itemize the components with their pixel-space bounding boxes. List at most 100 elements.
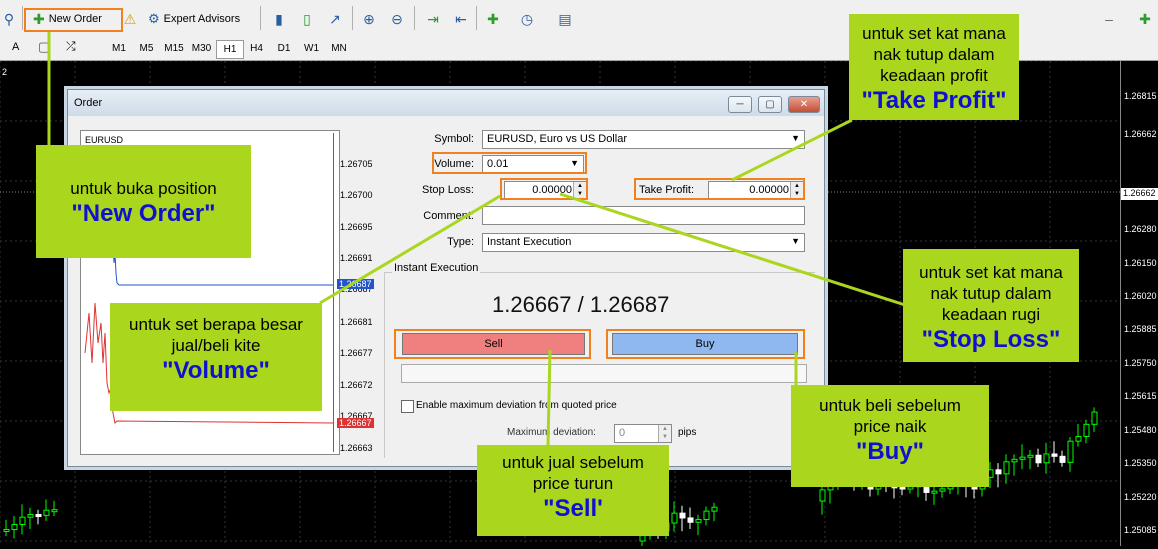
max-deviation-checkbox[interactable] <box>401 400 414 413</box>
candle-body <box>899 486 906 490</box>
candle-body <box>995 469 1002 475</box>
candle-body <box>711 506 718 512</box>
candle-body <box>11 523 18 530</box>
line-chart-icon[interactable]: ↗ <box>326 10 344 28</box>
price-axis-label: 1.25750 <box>1124 358 1157 368</box>
timeframe-m1[interactable]: M1 <box>106 40 132 57</box>
candle-body <box>1067 440 1074 463</box>
toolbar-separator <box>414 6 415 30</box>
timeframe-m5[interactable]: M5 <box>134 40 160 57</box>
buy-highlight <box>606 329 805 359</box>
minimize-button[interactable]: ─ <box>728 96 752 113</box>
stop-loss-label: Stop Loss: <box>422 184 474 196</box>
candle-body <box>43 509 50 516</box>
periods-icon[interactable]: ◷ <box>518 10 536 28</box>
timeframe-h1[interactable]: H1 <box>216 40 244 59</box>
price-axis-label: 1.26662 <box>1124 129 1157 139</box>
candle-body <box>1075 435 1082 442</box>
timeframe-d1[interactable]: D1 <box>271 40 297 57</box>
mini-bid-tag: 1.26667 <box>337 418 374 428</box>
close-button[interactable]: ✕ <box>788 96 820 113</box>
quote-display: 1.26667 / 1.26687 <box>492 292 669 318</box>
comment-label: Comment: <box>423 210 474 222</box>
candle-body <box>639 535 646 542</box>
callout-volume: untuk set berapa besar jual/beli kite "V… <box>110 303 322 411</box>
zoom-in-icon[interactable]: ⊕ <box>360 10 378 28</box>
toolbar-separator <box>22 6 23 30</box>
timeframe-w1[interactable]: W1 <box>299 40 325 57</box>
text-tool[interactable]: A <box>12 41 19 53</box>
zoom-icon[interactable]: ⚲ <box>0 10 18 28</box>
symbol-value: EURUSD, Euro vs US Dollar <box>487 133 627 145</box>
candle-body <box>679 512 686 519</box>
dialog-title-bar[interactable]: Order ─ ▢ ✕ <box>68 90 824 116</box>
timeframe-m30[interactable]: M30 <box>189 40 215 57</box>
candle-body <box>19 516 26 525</box>
arrows-icon[interactable]: ⤮ <box>66 39 76 54</box>
callout-volume-text: untuk set berapa besar jual/beli kite <box>129 315 303 355</box>
bar-chart-icon[interactable]: ▮ <box>270 10 288 28</box>
minimize-icon[interactable]: – <box>1100 10 1118 28</box>
price-axis-label: 1.26815 <box>1124 91 1157 101</box>
mini-price-label: 1.26663 <box>340 443 373 453</box>
candle-body <box>703 510 710 520</box>
candlestick-chart-icon[interactable]: ▯ <box>298 10 316 28</box>
add-icon[interactable]: ✚ <box>1136 10 1154 28</box>
price-axis-label: 1.25885 <box>1124 324 1157 334</box>
symbol-select[interactable]: EURUSD, Euro vs US Dollar ▼ <box>482 130 805 149</box>
price-axis-label: 1.25615 <box>1124 391 1157 401</box>
price-axis-label: 1.25220 <box>1124 492 1157 502</box>
timeframe-mn[interactable]: MN <box>326 40 352 57</box>
dialog-title: Order <box>74 97 103 109</box>
candle-body <box>1035 454 1042 464</box>
max-deviation-input[interactable]: 0 ▲ ▼ <box>614 424 672 443</box>
zoom-out-icon[interactable]: ⊖ <box>388 10 406 28</box>
ask-price: 1.26687 <box>589 292 670 317</box>
chart-shift-icon[interactable]: ⇤ <box>452 10 470 28</box>
expert-advisors-button[interactable]: ⚙ Expert Advisors <box>148 8 240 30</box>
candle-body <box>1051 453 1058 457</box>
symbol-label: Symbol: <box>434 133 474 145</box>
candle-body <box>1059 455 1066 463</box>
indicators-icon[interactable]: ✚ <box>484 10 502 28</box>
callout-new-order-text: untuk buka position <box>70 179 217 198</box>
expert-advisors-label: Expert Advisors <box>163 13 241 25</box>
callout-take-profit-text: untuk set kat mana nak tutup dalam keada… <box>862 24 1006 85</box>
templates-icon[interactable]: ▤ <box>556 10 574 28</box>
candle-body <box>1003 461 1010 475</box>
text-label-icon[interactable]: ▢ <box>38 39 50 55</box>
type-label: Type: <box>447 236 474 248</box>
pips-label: pips <box>678 427 697 438</box>
timeframe-h4[interactable]: H4 <box>244 40 270 57</box>
spin-arrows-icon[interactable]: ▲ ▼ <box>658 425 671 442</box>
type-select[interactable]: Instant Execution ▼ <box>482 233 805 252</box>
callout-buy: untuk beli sebelum price naik "Buy" <box>791 385 989 487</box>
mini-price-label: 1.26691 <box>340 253 373 263</box>
mini-price-label: 1.26695 <box>340 222 373 232</box>
comment-input[interactable] <box>482 206 805 225</box>
callout-sell: untuk jual sebelum price turun "Sell' <box>477 445 669 536</box>
expert-advisors-icon: ⚙ <box>148 11 160 26</box>
mini-price-label: 1.26672 <box>340 380 373 390</box>
sell-highlight <box>394 329 591 359</box>
callout-new-order: untuk buka position "New Order" <box>36 145 251 258</box>
candle-body <box>3 528 10 532</box>
candle-body <box>907 486 914 490</box>
autoscroll-icon[interactable]: ⇥ <box>424 10 442 28</box>
timeframe-m15[interactable]: M15 <box>161 40 187 57</box>
candle-body <box>1019 456 1026 460</box>
mini-ask-tag: 1.26687 <box>337 279 374 289</box>
new-order-highlight <box>24 8 123 32</box>
maximize-button[interactable]: ▢ <box>758 96 782 113</box>
mini-price-label: 1.26681 <box>340 317 373 327</box>
callout-volume-highlight: "Volume" <box>162 357 270 384</box>
price-axis: 1.268151.266621.264151.262801.261501.260… <box>1120 61 1158 546</box>
candle-body <box>51 509 58 513</box>
chart-corner-label: 2 <box>2 67 8 77</box>
callout-stop-loss-highlight: "Stop Loss" <box>921 326 1061 353</box>
candle-body <box>695 518 702 523</box>
candle-body <box>1083 423 1090 437</box>
max-deviation-value: 0 <box>619 427 626 439</box>
warning-icon[interactable]: ⚠ <box>121 10 139 28</box>
bid-price: 1.26667 <box>492 292 572 317</box>
